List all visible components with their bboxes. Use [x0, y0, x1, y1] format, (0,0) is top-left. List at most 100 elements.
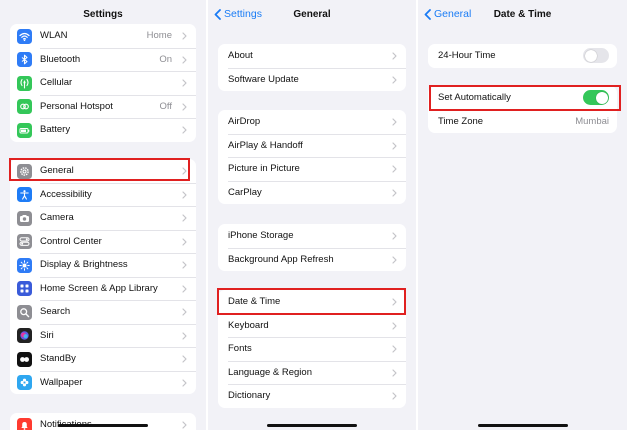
sun-icon — [17, 257, 32, 273]
general-item-label: Keyboard — [228, 319, 269, 331]
chevron-right-icon — [182, 102, 187, 111]
general-item-background-app-refresh[interactable]: Background App Refresh — [218, 247, 406, 272]
chevron-right-icon — [182, 190, 187, 199]
settings-item-label: Display & Brightness — [40, 259, 128, 271]
settings-item-label: Home Screen & App Library — [40, 282, 158, 294]
general-item-language-and-region[interactable]: Language & Region — [218, 360, 406, 385]
datetime-navbar: General Date & Time — [418, 0, 627, 32]
settings-item-search[interactable]: Search — [10, 300, 196, 324]
datetime-panel: General Date & Time 24-Hour Time Set Aut… — [418, 0, 627, 430]
settings-item-battery[interactable]: Battery — [10, 118, 196, 142]
settings-item-wlan[interactable]: WLAN Home — [10, 24, 196, 48]
settings-item-standby[interactable]: StandBy — [10, 347, 196, 371]
chevron-right-icon — [392, 232, 397, 240]
chevron-right-icon — [182, 355, 187, 363]
antenna-icon — [17, 75, 32, 91]
settings-group-notifications: Notifications — [10, 413, 196, 430]
chevron-right-icon — [392, 141, 397, 150]
general-item-label: CarPlay — [228, 186, 262, 198]
general-panel: Settings General About Software Update Ai… — [208, 0, 416, 430]
settings-item-bluetooth[interactable]: Bluetooth On — [10, 47, 196, 72]
general-item-carplay[interactable]: CarPlay — [218, 180, 406, 205]
settings-item-home-screen-and-app-library[interactable]: Home Screen & App Library — [10, 276, 196, 301]
search-icon — [17, 304, 32, 320]
settings-group-general: General Accessibility Camera Control Center… — [10, 159, 196, 394]
settings-item-label: WLAN — [40, 30, 68, 42]
accessibility-icon — [17, 187, 32, 202]
general-item-airdrop[interactable]: AirDrop — [218, 110, 406, 134]
highlight-general — [9, 158, 190, 181]
general-item-label: Dictionary — [228, 390, 271, 402]
toggle-24-hour-time[interactable] — [583, 48, 609, 63]
wifi-icon — [17, 28, 32, 44]
hotspot-icon — [17, 99, 32, 114]
chevron-right-icon — [392, 165, 397, 173]
settings-item-camera[interactable]: Camera — [10, 206, 196, 230]
switches-icon — [17, 234, 32, 249]
page-title: Settings — [83, 9, 123, 20]
chevron-right-icon — [392, 75, 397, 84]
settings-item-label: Cellular — [40, 77, 73, 89]
flower-icon — [17, 375, 32, 390]
settings-item-personal-hotspot[interactable]: Personal Hotspot Off — [10, 94, 196, 119]
chevron-right-icon — [182, 378, 187, 387]
grid-icon — [17, 281, 32, 296]
general-navbar: Settings General — [208, 0, 416, 32]
settings-item-label: StandBy — [40, 353, 76, 365]
chevron-right-icon — [182, 214, 187, 222]
settings-item-cellular[interactable]: Cellular — [10, 71, 196, 95]
chevron-right-icon — [392, 52, 397, 60]
general-item-software-update[interactable]: Software Update — [218, 67, 406, 92]
settings-item-accessibility[interactable]: Accessibility — [10, 182, 196, 207]
general-item-picture-in-picture[interactable]: Picture in Picture — [218, 157, 406, 181]
general-item-label: Language & Region — [228, 366, 312, 378]
settings-item-label: Accessibility — [40, 188, 92, 200]
general-item-airplay-and-handoff[interactable]: AirPlay & Handoff — [218, 133, 406, 158]
standby-icon — [17, 351, 32, 367]
settings-item-control-center[interactable]: Control Center — [10, 229, 196, 254]
bluetooth-icon — [17, 52, 32, 67]
time-zone-value: Mumbai — [575, 115, 609, 127]
settings-item-wallpaper[interactable]: Wallpaper — [10, 370, 196, 395]
chevron-right-icon — [392, 368, 397, 377]
settings-item-label: Siri — [40, 329, 54, 341]
general-item-keyboard[interactable]: Keyboard — [218, 313, 406, 338]
highlight-date-time — [217, 288, 406, 315]
chevron-right-icon — [182, 284, 187, 293]
general-item-label: Picture in Picture — [228, 163, 300, 175]
general-item-label: AirPlay & Handoff — [228, 139, 303, 151]
chevron-right-icon — [392, 255, 397, 264]
general-item-label: iPhone Storage — [228, 230, 294, 242]
settings-item-value: On — [159, 53, 172, 65]
settings-item-label: Battery — [40, 124, 71, 136]
settings-item-notifications[interactable]: Notifications — [10, 413, 196, 430]
general-item-fonts[interactable]: Fonts — [218, 337, 406, 361]
battery-icon — [17, 122, 32, 138]
chevron-right-icon — [182, 79, 187, 87]
settings-item-label: Wallpaper — [40, 376, 83, 388]
settings-item-display-and-brightness[interactable]: Display & Brightness — [10, 253, 196, 277]
settings-item-value: Home — [146, 30, 172, 42]
chevron-right-icon — [182, 331, 187, 340]
settings-item-siri[interactable]: Siri — [10, 323, 196, 348]
row-24-hour-time: 24-Hour Time — [428, 44, 617, 68]
settings-item-label: Search — [40, 306, 71, 318]
general-item-iphone-storage[interactable]: iPhone Storage — [218, 224, 406, 248]
toggle-knob — [584, 49, 597, 62]
page-title: General — [293, 9, 331, 20]
general-item-label: About — [228, 50, 253, 62]
chevron-right-icon — [392, 345, 397, 353]
chevron-right-icon — [182, 126, 187, 134]
settings-item-label: Bluetooth — [40, 53, 81, 65]
settings-item-value: Off — [159, 100, 173, 112]
general-item-about[interactable]: About — [218, 44, 406, 68]
chevron-right-icon — [392, 188, 397, 197]
row-time-zone[interactable]: Time Zone Mumbai — [428, 109, 617, 134]
row-label: Time Zone — [438, 115, 484, 127]
home-indicator — [58, 424, 148, 427]
bell-icon — [17, 417, 32, 430]
general-item-dictionary[interactable]: Dictionary — [218, 384, 406, 408]
chevron-right-icon — [182, 32, 187, 40]
general-group-storage: iPhone Storage Background App Refresh — [218, 224, 406, 271]
general-item-label: Fonts — [228, 343, 252, 355]
